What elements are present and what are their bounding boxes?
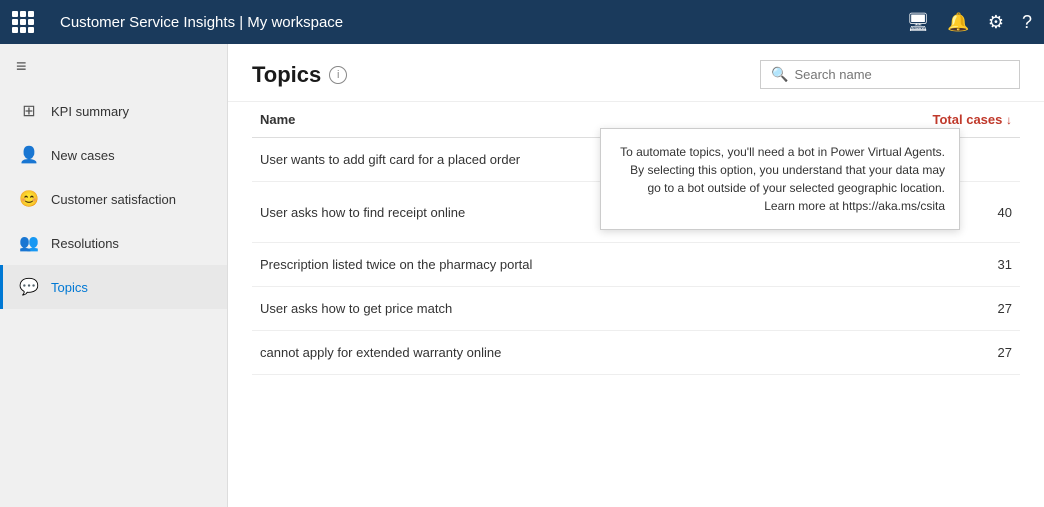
row-total-cases: 31 [784,243,1020,287]
search-icon: 🔍 [771,66,788,83]
sidebar-item-topics[interactable]: 💬 Topics [0,265,227,309]
row-total-cases: 27 [784,331,1020,375]
customer-satisfaction-icon: 😊 [19,189,39,209]
top-bar-icons: 🖥 🔔 ⚙ ? [907,12,1032,33]
content-area: Topics i 🔍 Name [228,44,1044,507]
sidebar-item-new-cases[interactable]: 👤 New cases [0,133,227,177]
sidebar-toggle[interactable]: ≡ [0,44,227,89]
sidebar-label: Customer satisfaction [51,192,176,207]
row-total-cases: 27 [784,287,1020,331]
settings-icon[interactable]: ⚙ [988,12,1004,33]
grid-icon [12,11,48,33]
search-input[interactable] [794,67,1009,82]
row-name: User asks how to get price match [252,287,784,331]
info-icon[interactable]: i [329,66,347,84]
sidebar: ≡ ⊞ KPI summary 👤 New cases 😊 Customer s… [0,44,228,507]
sidebar-label: Resolutions [51,236,119,251]
table-container: Name Total cases ↓ User wants [228,102,1044,507]
sort-arrow-icon: ↓ [1006,113,1012,127]
new-cases-icon: 👤 [19,145,39,165]
sidebar-label: Topics [51,280,88,295]
table-row: User asks how to get price match 27 [252,287,1020,331]
sidebar-item-kpi-summary[interactable]: ⊞ KPI summary [0,89,227,133]
topics-table: Name Total cases ↓ User wants [252,102,1020,375]
kpi-summary-icon: ⊞ [19,101,39,121]
bell-icon[interactable]: 🔔 [947,12,969,33]
sidebar-label: KPI summary [51,104,129,119]
app-container: Customer Service Insights | My workspace… [0,0,1044,507]
sidebar-label: New cases [51,148,115,163]
table-row: cannot apply for extended warranty onlin… [252,331,1020,375]
search-box: 🔍 [760,60,1020,89]
tooltip-box: To automate topics, you'll need a bot in… [600,128,960,230]
help-icon[interactable]: ? [1022,12,1032,33]
total-cases-value: 40 [972,205,1012,220]
sidebar-item-customer-satisfaction[interactable]: 😊 Customer satisfaction [0,177,227,221]
topics-icon: 💬 [19,277,39,297]
sidebar-item-resolutions[interactable]: 👥 Resolutions [0,221,227,265]
page-title-row: Topics i [252,62,347,88]
main-layout: ≡ ⊞ KPI summary 👤 New cases 😊 Customer s… [0,44,1044,507]
page-title: Topics [252,62,321,88]
table-row: Prescription listed twice on the pharmac… [252,243,1020,287]
row-name: cannot apply for extended warranty onlin… [252,331,784,375]
app-title: Customer Service Insights | My workspace [60,14,907,31]
table-row: User wants to add gift card for a placed… [252,138,1020,182]
top-bar: Customer Service Insights | My workspace… [0,0,1044,44]
apps-button[interactable] [12,4,48,40]
row-name: Prescription listed twice on the pharmac… [252,243,784,287]
content-header: Topics i 🔍 [228,44,1044,102]
display-icon[interactable]: 🖥 [907,12,930,33]
row-total-cases: To automate topics, you'll need a bot in… [784,138,1020,182]
resolutions-icon: 👥 [19,233,39,253]
